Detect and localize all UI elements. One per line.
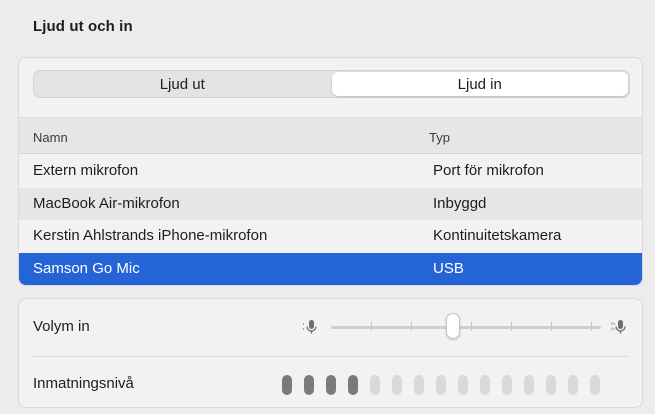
mic-high-icon <box>611 320 626 334</box>
device-type: USB <box>433 259 464 277</box>
device-name: Extern mikrofon <box>33 162 139 179</box>
column-header-name[interactable]: Namn <box>33 130 68 145</box>
level-meter-bar <box>326 375 336 395</box>
mic-low-icon <box>303 320 317 334</box>
slider-tick <box>591 322 592 331</box>
level-meter-bar <box>392 375 402 395</box>
device-name: MacBook Air-mikrofon <box>33 194 180 212</box>
level-meter-bar <box>304 375 314 395</box>
level-meter-bar <box>370 375 380 395</box>
level-meter-bar <box>480 375 490 395</box>
slider-tick <box>411 322 412 331</box>
slider-tick <box>551 322 552 331</box>
table-row[interactable]: Extern mikrofon Port för mikrofon <box>19 155 642 188</box>
input-settings-panel: Volym in Inmatningsnivå <box>18 298 643 408</box>
input-level-label: Inmatningsnivå <box>33 375 134 392</box>
device-list: Extern mikrofon Port för mikrofon MacBoo… <box>19 155 642 285</box>
table-row[interactable]: MacBook Air-mikrofon Inbyggd <box>19 187 642 220</box>
level-meter-bar <box>458 375 468 395</box>
level-meter-bar <box>546 375 556 395</box>
level-meter-bar <box>436 375 446 395</box>
devices-panel: Ljud ut Ljud in Namn Typ Extern mikrofon… <box>18 57 643 286</box>
input-level-meter <box>282 375 600 395</box>
device-type: Port för mikrofon <box>433 162 544 179</box>
level-meter-bar <box>414 375 424 395</box>
level-meter-bar <box>524 375 534 395</box>
input-volume-label: Volym in <box>33 318 90 335</box>
table-row[interactable]: Kerstin Ahlstrands iPhone-mikrofon Konti… <box>19 220 642 253</box>
slider-tick <box>511 322 512 331</box>
column-header-type[interactable]: Typ <box>429 130 450 145</box>
slider-tick <box>471 322 472 331</box>
device-name: Samson Go Mic <box>33 259 140 277</box>
device-name: Kerstin Ahlstrands iPhone-mikrofon <box>33 227 268 244</box>
level-meter-bar <box>348 375 358 395</box>
slider-tick <box>371 322 372 331</box>
level-meter-bar <box>282 375 292 395</box>
section-title: Ljud ut och in <box>33 18 133 35</box>
table-header: Namn Typ <box>19 117 642 154</box>
tab-output[interactable]: Ljud ut <box>34 71 331 97</box>
device-type: Inbyggd <box>433 194 487 212</box>
level-meter-bar <box>590 375 600 395</box>
level-meter-bar <box>502 375 512 395</box>
level-meter-bar <box>568 375 578 395</box>
tab-input[interactable]: Ljud in <box>331 72 628 96</box>
table-row-selected[interactable]: Samson Go Mic USB <box>19 252 642 285</box>
output-input-segmented-control: Ljud ut Ljud in <box>33 70 630 98</box>
divider <box>33 356 628 357</box>
device-type: Kontinuitetskamera <box>433 227 562 244</box>
input-volume-slider-knob[interactable] <box>445 313 460 339</box>
